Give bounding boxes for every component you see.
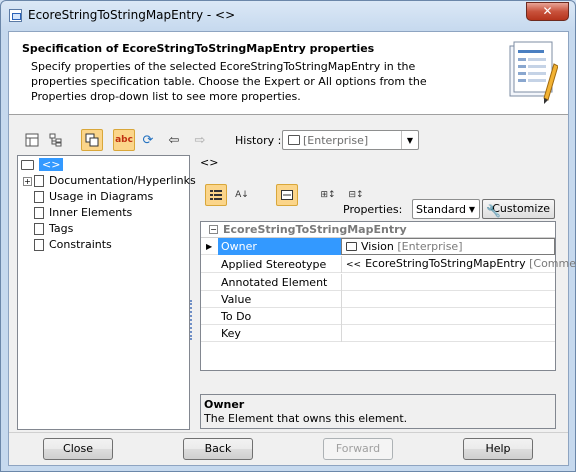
sort-alphabetically-icon[interactable]: A↓ [231,184,253,206]
app-icon [9,9,22,22]
tree-item-inner-elements[interactable]: Inner Elements [34,205,132,221]
dialog-body: Specification of EcoreStringToStringMapE… [8,31,576,466]
properties-dropdown[interactable]: Standard ▼ [412,199,480,219]
table-view-icon[interactable] [21,129,43,151]
property-name: Key [221,327,241,340]
property-name: To Do [221,310,252,323]
forward-arrow-icon[interactable]: ⇨ [189,129,211,151]
properties-grid: − EcoreStringToStringMapEntry ▶ Owner Vi… [200,221,576,371]
header-title: Specification of EcoreStringToStringMapE… [22,42,375,55]
owner-value: Vision [361,240,394,253]
header-description: Specify properties of the selected Ecore… [31,60,427,103]
history-label: History : [235,134,282,147]
stereotype-value: EcoreStringToStringMapEntry [365,257,526,270]
tree-item-documentation[interactable]: + Documentation/Hyperlinks [23,173,196,189]
customize-button[interactable]: 🔧 Customize [482,199,555,219]
package-icon [346,242,357,251]
back-arrow-icon[interactable]: ⇦ [163,129,185,151]
refresh-icon[interactable]: ⟳ [137,129,159,151]
properties-panel: <> A↓ ⊞↕ ⊟↕ Properties: Standard ▼ 🔧 Cus… [193,155,576,430]
category-tree: <> + Documentation/Hyperlinks Usage in Di… [17,155,196,430]
property-row-value[interactable]: Value [201,291,555,308]
window-close-button[interactable]: ✕ [526,2,569,21]
footer-divider [9,432,568,433]
element-icon [21,160,34,170]
property-row-owner[interactable]: ▶ Owner Vision [Enterprise] [201,238,555,255]
property-value[interactable]: Vision [Enterprise] [341,238,555,255]
property-name: Annotated Element [221,276,328,289]
help-button[interactable]: Help [463,438,533,460]
tree-item-label: Inner Elements [49,206,133,219]
property-name: Owner [221,240,257,253]
description-text: The Element that owns this element. [204,412,408,425]
spell-check-icon[interactable]: abc [113,129,135,151]
tree-item-usage-in-diagrams[interactable]: Usage in Diagrams [34,189,153,205]
property-row-applied-stereotype[interactable]: Applied Stereotype << EcoreStringToString… [201,256,576,273]
expand-icon[interactable]: + [23,176,32,186]
document-icon [34,239,44,251]
collapse-icon[interactable]: − [209,225,218,234]
property-description-panel: Owner The Element that owns this element… [200,394,556,429]
history-value: [Enterprise] [303,134,369,147]
tree-item-tags[interactable]: Tags [34,221,73,237]
property-value[interactable]: <<EcoreStringToStringMapEntry [Comment] [341,256,576,273]
forward-button[interactable]: Forward [323,438,393,460]
property-name: Applied Stereotype [221,258,327,271]
property-value[interactable] [341,291,555,308]
tree-view-icon[interactable] [45,129,67,151]
show-description-icon[interactable] [276,184,298,206]
chevron-down-icon[interactable]: ▼ [465,200,479,218]
document-icon [34,223,44,235]
description-title: Owner [204,398,245,411]
document-icon [34,191,44,203]
specification-document-icon [509,41,558,104]
property-row-to-do[interactable]: To Do [201,308,555,325]
close-button[interactable]: Close [43,438,113,460]
properties-value: Standard [416,203,467,216]
title-bar[interactable]: EcoreStringToStringMapEntry - <> ✕ [1,1,575,31]
tree-root[interactable]: <> [21,157,64,173]
expand-all-icon[interactable]: ⊞↕ [317,184,339,206]
element-icon [288,135,300,145]
property-group-label: EcoreStringToStringMapEntry [223,223,407,236]
wrench-icon: 🔧 [486,204,501,218]
tree-item-constraints[interactable]: Constraints [34,237,112,253]
property-group-header[interactable]: − EcoreStringToStringMapEntry [201,222,555,238]
tree-item-label: Usage in Diagrams [49,190,154,203]
properties-label: Properties: [343,203,403,216]
tree-item-label: Tags [49,222,74,235]
property-row-annotated-element[interactable]: Annotated Element [201,274,555,291]
property-name: Value [221,293,252,306]
properties-toolbar: A↓ ⊞↕ ⊟↕ [193,172,563,206]
copy-icon[interactable] [81,129,103,151]
property-value[interactable] [341,274,555,291]
stereotype-icon: << [346,260,362,270]
categorized-view-icon[interactable] [205,184,227,206]
dialog-window: EcoreStringToStringMapEntry - <> ✕ Speci… [0,0,576,472]
stereotype-value-suffix: [Comment] [529,257,576,270]
chevron-down-icon[interactable]: ▼ [401,131,418,149]
header-panel: Specification of EcoreStringToStringMapE… [9,32,568,115]
owner-value-suffix: [Enterprise] [397,240,463,253]
back-button[interactable]: Back [183,438,253,460]
property-value[interactable] [341,308,555,325]
document-icon [34,207,44,219]
tree-item-label: Constraints [49,238,112,251]
panel-title: <> [200,156,219,169]
tree-item-label: Documentation/Hyperlinks [49,174,196,187]
current-row-arrow-icon: ▶ [206,242,213,251]
tree-root-label: <> [39,158,64,171]
property-value[interactable] [341,325,555,342]
main-toolbar: abc ⟳ ⇦ ⇨ History : [Enterprise] ▼ [17,129,562,153]
window-title: EcoreStringToStringMapEntry - <> [28,8,236,22]
document-icon [34,175,44,187]
property-row-key[interactable]: Key [201,325,555,342]
history-dropdown[interactable]: [Enterprise] ▼ [282,130,419,150]
